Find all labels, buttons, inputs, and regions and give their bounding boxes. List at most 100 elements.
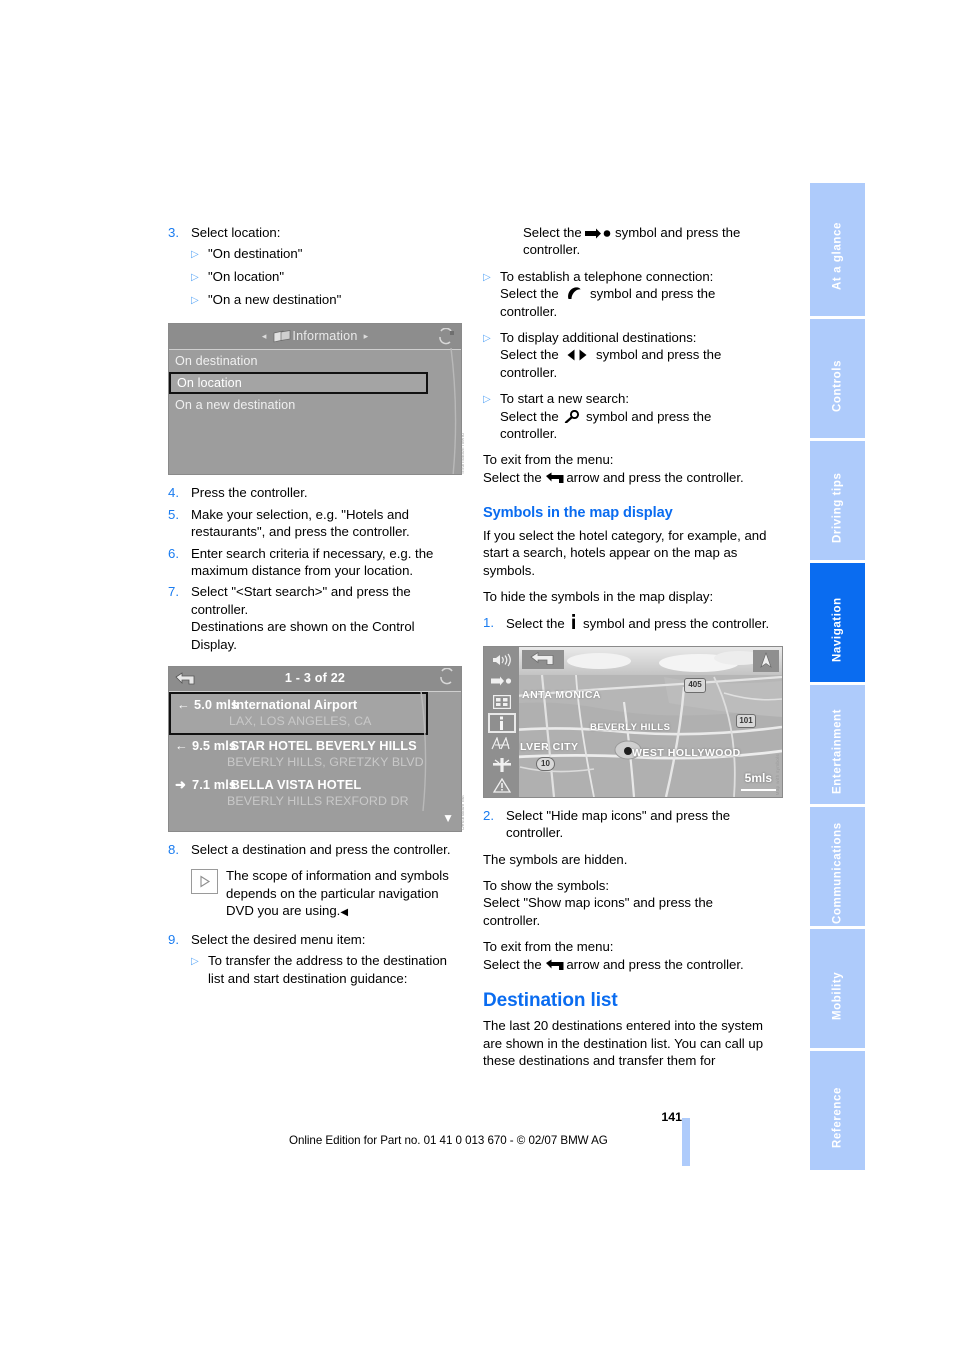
step-number: 8.: [168, 842, 179, 858]
tab-navigation[interactable]: Navigation: [810, 563, 865, 682]
step-text: Select a destination and press the contr…: [191, 842, 451, 858]
map-label-santa-monica: ANTA MONICA: [522, 688, 601, 701]
tab-controls[interactable]: Controls: [810, 319, 865, 438]
menu-item-on-location[interactable]: On location: [169, 372, 428, 395]
heading-symbols-in-map-display: Symbols in the map display: [483, 505, 673, 522]
map-label-beverly-hills: BEVERLY HILLS: [590, 721, 671, 733]
instruction-post: arrow and press the controller.: [566, 469, 744, 485]
tab-reference[interactable]: Reference: [810, 1051, 865, 1170]
destination-row[interactable]: ➜ 7.1 mls BELLA VISTA HOTEL BEVERLY HILLS…: [169, 774, 461, 813]
instruction-head: To display additional destinations:: [500, 330, 697, 346]
triangle-bullet-icon: ▷: [191, 272, 199, 284]
instruction-text: To establish a telephone connection: Sel…: [500, 268, 771, 320]
step-text: Select "<Start search>" and press the co…: [191, 584, 411, 617]
step-text: Select "Hide map icons" and press the co…: [506, 807, 731, 841]
option-label: "On destination": [208, 246, 303, 262]
triangle-bullet-icon: ▷: [483, 394, 491, 406]
figure-map-display: 405 101 10 ANTA MONICA BEVERLY HILLS LVE…: [483, 645, 783, 798]
step-6: 6. Enter search criteria if necessary, e…: [168, 545, 456, 580]
scroll-down-icon[interactable]: ▼: [442, 810, 454, 827]
destination-row[interactable]: ← 9.5 mls STAR HOTEL BEVERLY HILLS BEVERL…: [169, 735, 461, 774]
footer-accent-bar: [682, 1118, 690, 1166]
step-text: Make your selection, e.g. "Hotels and re…: [191, 506, 410, 540]
idrive-screenshot: ◂ Information ▸ On destination On locati…: [168, 323, 462, 476]
step-9-item-transfer: ▷ To transfer the address to the destina…: [168, 952, 456, 987]
route-shield-10: 10: [536, 756, 555, 771]
instruction-pre: Select the: [483, 956, 542, 972]
right-column: ▷ Select the symbol and press the contro…: [483, 224, 783, 1074]
info-i-icon: [568, 614, 579, 630]
step-number: 5.: [168, 506, 179, 522]
intersection-icon[interactable]: [488, 755, 516, 775]
info-i-icon[interactable]: [487, 712, 516, 733]
tab-entertainment[interactable]: Entertainment: [810, 685, 865, 804]
left-right-arrows-icon: [562, 349, 592, 361]
instruction-pre: Select the: [523, 225, 582, 240]
north-arrow-icon[interactable]: [753, 649, 779, 672]
note-block: The scope of information and symbols dep…: [168, 867, 456, 921]
scroll-indicator[interactable]: [419, 691, 431, 812]
arrow-to-dot-icon: [585, 228, 611, 239]
speaker-icon[interactable]: [488, 650, 516, 670]
figure-caption: Map with symbols: [774, 754, 780, 796]
show-symbols-label: To show the symbols:: [483, 877, 610, 893]
tab-mobility[interactable]: Mobility: [810, 929, 865, 1048]
exit-menu-label: To exit from the menu:: [483, 452, 614, 468]
step-number: 7.: [168, 584, 179, 600]
instruction-text: Select the symbol and press the controll…: [523, 224, 771, 259]
figure-destination-results: 1 - 3 of 22 ← 5.0 mls International Airpo…: [168, 666, 465, 833]
lane-icon[interactable]: [488, 734, 516, 754]
exit-menu-block-2: To exit from the menu: Select the arrow …: [483, 938, 771, 973]
step-number: 3.: [168, 225, 179, 240]
step-number: 6.: [168, 545, 179, 561]
destination-name: BELLA VISTA HOTEL: [230, 776, 362, 792]
left-column: 3. Select location: ▷ "On destination" ▷…: [168, 224, 465, 991]
hide-symbols-intro: To hide the symbols in the map display:: [483, 588, 714, 604]
continued-select-arrow-dot: ▷ Select the symbol and press the contro…: [483, 224, 771, 259]
show-symbols-block: To show the symbols: Select "Show map ic…: [483, 877, 771, 929]
instruction-head: To establish a telephone connection:: [500, 268, 714, 284]
route-icon[interactable]: [488, 671, 516, 691]
instruction-post: arrow and press the controller.: [566, 956, 744, 972]
map-icon-bar: [484, 646, 519, 797]
footer-note: Online Edition for Part no. 01 41 0 013 …: [289, 1134, 608, 1147]
symbols-hidden-text: The symbols are hidden.: [483, 851, 628, 867]
distance: 9.5 mls: [192, 737, 237, 753]
destination-name: International Airport: [232, 697, 358, 713]
route-shield-101: 101: [736, 713, 756, 728]
step-number: 9.: [168, 931, 179, 947]
menu-item-on-destination[interactable]: On destination: [169, 350, 461, 372]
step-number: 1.: [483, 615, 494, 631]
controller-indicator-icon: [438, 667, 456, 689]
result-counter: 1 - 3 of 22: [284, 671, 346, 686]
back-arrow-icon: [545, 472, 566, 484]
step-5: 5. Make your selection, e.g. "Hotels and…: [168, 506, 456, 541]
chevron-left-icon: ◂: [261, 331, 267, 342]
destination-address: LAX, LOS ANGELES, CA: [229, 714, 372, 729]
menu-item-on-a-new-destination[interactable]: On a new destination: [169, 394, 461, 416]
tab-at-a-glance[interactable]: At a glance: [810, 183, 865, 316]
destination-name-line: ← 5.0 mls International Airport: [177, 696, 426, 713]
option-label: "On location": [208, 269, 285, 285]
option-on-location: ▷ "On location": [168, 268, 456, 287]
instruction-text: To start a new search: Select the symbol…: [500, 390, 771, 442]
map-back-button[interactable]: [522, 649, 564, 669]
triangle-bullet-icon: ▷: [191, 956, 199, 968]
destination-list-screenshot: 1 - 3 of 22 ← 5.0 mls International Airpo…: [168, 666, 462, 833]
step-number: 4.: [168, 485, 179, 501]
map-screenshot: 405 101 10 ANTA MONICA BEVERLY HILLS LVE…: [483, 645, 783, 798]
map-step-1: 1. Select the symbol and press the contr…: [483, 614, 771, 632]
warning-triangle-icon[interactable]: [488, 776, 516, 796]
bullet-new-search: ▷ To start a new search: Select the symb…: [483, 390, 771, 442]
section-tab-rail: At a glance Controls Driving tips Naviga…: [810, 183, 865, 1170]
destination-row[interactable]: ← 5.0 mls International Airport LAX, LOS …: [169, 692, 428, 735]
exit-menu-block-1: To exit from the menu: Select the arrow …: [483, 451, 771, 486]
instruction-pre: Select the: [483, 469, 542, 485]
tab-communications[interactable]: Communications: [810, 807, 865, 926]
destination-list-title-bar: 1 - 3 of 22: [169, 667, 461, 693]
tab-driving-tips[interactable]: Driving tips: [810, 441, 865, 560]
direction-arrow-icon: ➜: [175, 776, 186, 792]
split-screen-icon[interactable]: [488, 692, 516, 712]
instruction-text: To display additional destinations: Sele…: [500, 329, 771, 381]
map-step-2: 2. Select "Hide map icons" and press the…: [483, 807, 771, 842]
